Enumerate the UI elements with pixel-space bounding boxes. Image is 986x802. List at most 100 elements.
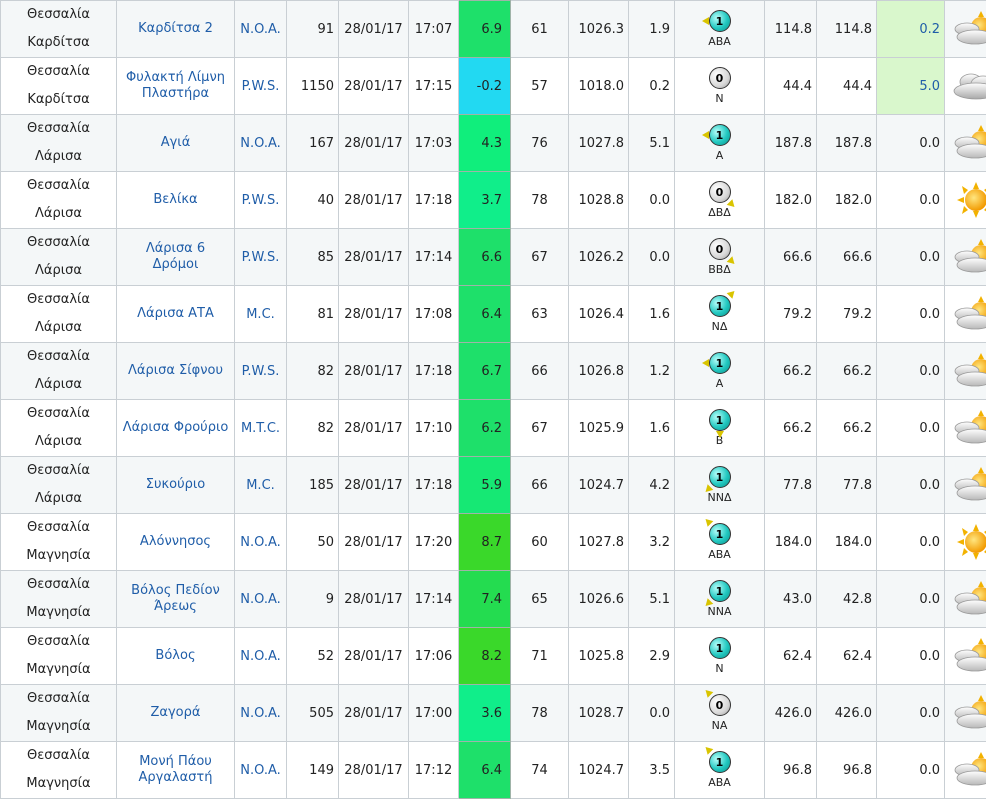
network-link[interactable]: N.O.A. [240, 592, 281, 607]
station-link[interactable]: Αλόννησος [140, 534, 211, 549]
station-cell: Λάρισα 6 Δρόμοι [116, 228, 235, 286]
weather-icon-cell [944, 342, 986, 400]
station-link[interactable]: Λάρισα Σίφνου [128, 363, 223, 378]
max-value-cell: 66.2 [764, 342, 817, 400]
station-link[interactable]: Βόλος Πεδίον Άρεως [131, 583, 220, 614]
station-link[interactable]: Βελίκα [153, 192, 197, 207]
max-value2-cell: 426.0 [816, 684, 877, 742]
station-link[interactable]: Συκούριο [146, 477, 205, 492]
temperature-cell: 8.7 [458, 513, 511, 571]
table-row: Θεσσαλία Λάρισα Λάρισα ΑΤΑ M.C. 81 28/01/… [0, 285, 986, 343]
network-link[interactable]: N.O.A. [240, 763, 281, 778]
date-cell: 28/01/17 [338, 285, 409, 343]
region-name: Θεσσαλία [27, 406, 90, 421]
weather-icon-cell [944, 627, 986, 685]
station-link[interactable]: Βόλος [155, 648, 195, 663]
pressure-cell: 1026.3 [568, 0, 629, 58]
rain-cell: 0.0 [876, 456, 945, 514]
station-link[interactable]: Μονή Πάου Αργαλαστή [139, 754, 213, 785]
station-link[interactable]: Λάρισα 6 Δρόμοι [146, 241, 205, 272]
time-cell: 17:06 [408, 627, 459, 685]
wind-direction-icon: 1 [708, 637, 731, 659]
weather-icon-cell [944, 114, 986, 172]
region-cell: Θεσσαλία Καρδίτσα [0, 0, 117, 58]
region-name: Θεσσαλία [27, 748, 90, 763]
altitude-cell: 50 [286, 513, 339, 571]
network-link[interactable]: M.C. [246, 478, 275, 493]
date-cell: 28/01/17 [338, 171, 409, 229]
prefecture-name: Μαγνησία [26, 719, 91, 734]
region-cell: Θεσσαλία Λάρισα [0, 114, 117, 172]
network-link[interactable]: N.O.A. [240, 706, 281, 721]
temperature-cell: 6.4 [458, 285, 511, 343]
network-cell: P.W.S. [234, 228, 287, 286]
station-cell: Αγιά [116, 114, 235, 172]
station-link[interactable]: Λάρισα ΑΤΑ [137, 306, 214, 321]
temperature-cell: 3.7 [458, 171, 511, 229]
time-cell: 17:18 [408, 171, 459, 229]
date-cell: 28/01/17 [338, 456, 409, 514]
date-cell: 28/01/17 [338, 0, 409, 58]
network-link[interactable]: P.W.S. [242, 364, 280, 379]
max-value-cell: 96.8 [764, 741, 817, 799]
wind-cell: 1 ΑΒΑ [674, 0, 765, 58]
station-cell: Βόλος Πεδίον Άρεως [116, 570, 235, 628]
station-cell: Μονή Πάου Αργαλαστή [116, 741, 235, 799]
max-value2-cell: 62.4 [816, 627, 877, 685]
network-cell: P.W.S. [234, 171, 287, 229]
region-cell: Θεσσαλία Μαγνησία [0, 627, 117, 685]
network-link[interactable]: N.O.A. [240, 649, 281, 664]
network-link[interactable]: N.O.A. [240, 535, 281, 550]
wind-direction-label: Ν [715, 92, 724, 105]
max-value-cell: 79.2 [764, 285, 817, 343]
rain-cell: 0.0 [876, 285, 945, 343]
partly-sunny-icon [949, 750, 986, 790]
wind-direction-label: ΝΝΑ [707, 605, 732, 618]
table-row: Θεσσαλία Λάρισα Αγιά N.O.A. 167 28/01/17 … [0, 114, 986, 172]
station-cell: Βόλος [116, 627, 235, 685]
weather-stations-table: Θεσσαλία Καρδίτσα Καρδίτσα 2 N.O.A. 91 28… [0, 0, 986, 799]
network-link[interactable]: P.W.S. [242, 250, 280, 265]
time-cell: 17:00 [408, 684, 459, 742]
wind-speed-cell: 2.9 [628, 627, 675, 685]
max-value-cell: 77.8 [764, 456, 817, 514]
rain-cell: 5.0 [876, 57, 945, 115]
network-link[interactable]: M.C. [246, 307, 275, 322]
pressure-cell: 1024.7 [568, 741, 629, 799]
network-cell: M.C. [234, 285, 287, 343]
table-row: Θεσσαλία Μαγνησία Βόλος N.O.A. 52 28/01/1… [0, 627, 986, 685]
network-link[interactable]: P.W.S. [242, 193, 280, 208]
network-cell: N.O.A. [234, 0, 287, 58]
network-link[interactable]: P.W.S. [242, 79, 280, 94]
network-link[interactable]: N.O.A. [240, 22, 281, 37]
station-link[interactable]: Λάρισα Φρούριο [123, 420, 229, 435]
station-link[interactable]: Αγιά [161, 135, 191, 150]
altitude-cell: 82 [286, 399, 339, 457]
wind-speed-cell: 3.2 [628, 513, 675, 571]
region-cell: Θεσσαλία Μαγνησία [0, 684, 117, 742]
station-cell: Ζαγορά [116, 684, 235, 742]
humidity-cell: 57 [510, 57, 569, 115]
humidity-cell: 63 [510, 285, 569, 343]
region-name: Θεσσαλία [27, 235, 90, 250]
wind-cell: 1 ΝΝΔ [674, 456, 765, 514]
prefecture-name: Καρδίτσα [27, 92, 90, 107]
table-row: Θεσσαλία Λάρισα Συκούριο M.C. 185 28/01/1… [0, 456, 986, 514]
humidity-cell: 78 [510, 171, 569, 229]
time-cell: 17:20 [408, 513, 459, 571]
region-cell: Θεσσαλία Λάρισα [0, 399, 117, 457]
station-link[interactable]: Καρδίτσα 2 [138, 21, 213, 36]
table-row: Θεσσαλία Μαγνησία Αλόννησος N.O.A. 50 28/… [0, 513, 986, 571]
prefecture-name: Μαγνησία [26, 662, 91, 677]
network-link[interactable]: N.O.A. [240, 136, 281, 151]
temperature-cell: 4.3 [458, 114, 511, 172]
rain-cell: 0.0 [876, 342, 945, 400]
max-value-cell: 114.8 [764, 0, 817, 58]
pressure-cell: 1026.6 [568, 570, 629, 628]
station-link[interactable]: Ζαγορά [151, 705, 201, 720]
max-value-cell: 44.4 [764, 57, 817, 115]
network-link[interactable]: M.T.C. [241, 421, 280, 436]
network-cell: N.O.A. [234, 684, 287, 742]
max-value-cell: 62.4 [764, 627, 817, 685]
station-link[interactable]: Φυλακτή Λίμνη Πλαστήρα [126, 70, 225, 101]
